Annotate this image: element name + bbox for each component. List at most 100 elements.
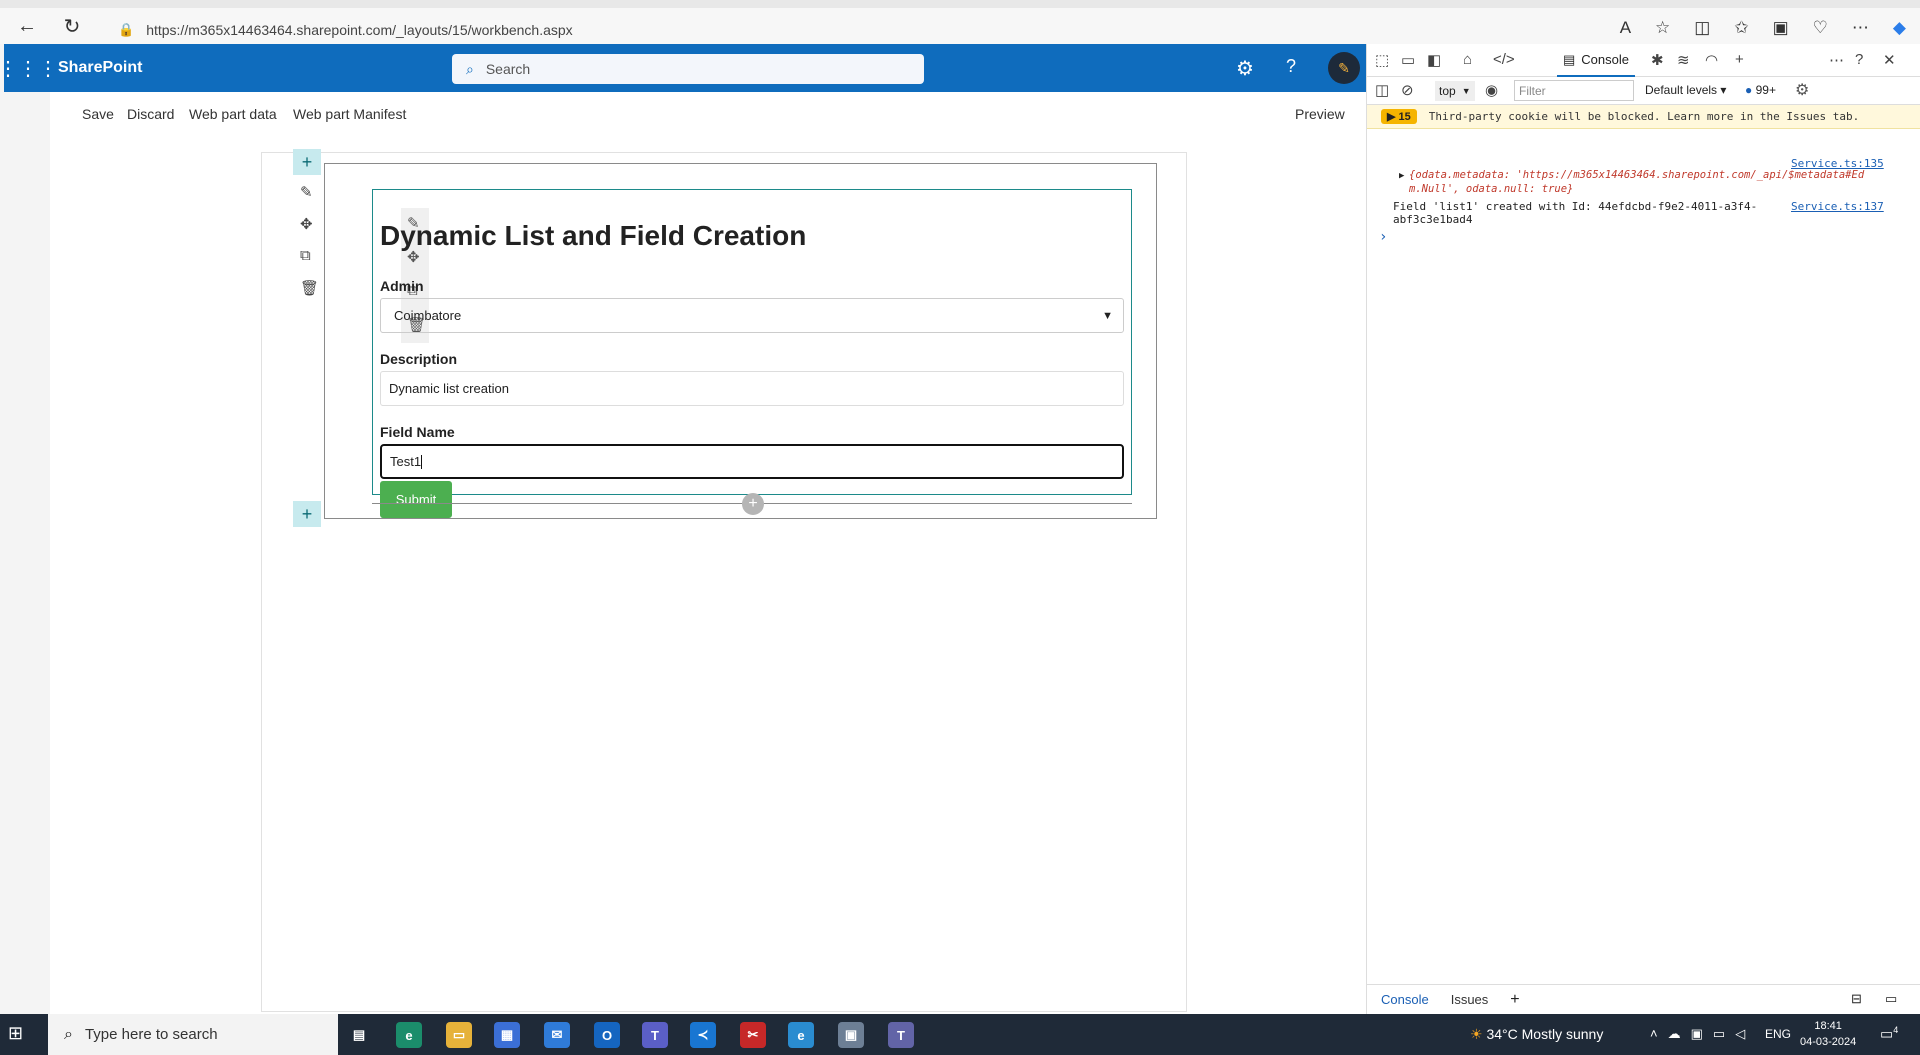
- store-icon[interactable]: ▦: [494, 1022, 520, 1048]
- onedrive-icon[interactable]: ☁: [1668, 1026, 1681, 1042]
- clock[interactable]: 18:41 04-03-2024: [1800, 1018, 1856, 1050]
- split-screen-icon[interactable]: ◫: [1694, 18, 1710, 38]
- edge-active-icon[interactable]: e: [788, 1022, 814, 1048]
- warning-message: Third-party cookie will be blocked. Lear…: [1428, 110, 1860, 123]
- network-icon[interactable]: ▭: [1713, 1026, 1725, 1042]
- device-emulation-icon[interactable]: ▭: [1401, 51, 1415, 69]
- address-bar[interactable]: 🔒 https://m365x14463464.sharepoint.com/_…: [118, 17, 1648, 43]
- avatar[interactable]: ✎: [1328, 52, 1360, 84]
- sharepoint-title[interactable]: SharePoint: [58, 59, 142, 77]
- chevron-up-icon[interactable]: ˄: [1650, 1026, 1658, 1042]
- sidebar-toggle-icon[interactable]: ◫: [1375, 81, 1389, 99]
- language-indicator[interactable]: ENG: [1765, 1027, 1791, 1041]
- issues-warning-bar[interactable]: ▶ 15 Third-party cookie will be blocked.…: [1367, 105, 1920, 129]
- description-field[interactable]: Dynamic list creation: [380, 371, 1124, 406]
- copilot-icon[interactable]: ◆: [1893, 18, 1906, 38]
- outlook-icon[interactable]: O: [594, 1022, 620, 1048]
- task-view-icon[interactable]: ▤: [346, 1022, 372, 1048]
- more-tools-icon[interactable]: ⋯: [1829, 51, 1844, 69]
- vscode-icon[interactable]: ≺: [690, 1022, 716, 1048]
- edit-section-icon[interactable]: ✎: [300, 183, 313, 201]
- preview-button[interactable]: Preview: [1295, 106, 1345, 122]
- log-levels-dropdown[interactable]: Default levels ▾: [1645, 83, 1726, 97]
- lock-icon: 🔒: [118, 22, 135, 37]
- admin-select-value: Coimbatore: [394, 308, 462, 323]
- filter-placeholder: Filter: [1519, 83, 1546, 98]
- filter-input[interactable]: Filter: [1514, 80, 1634, 101]
- elements-icon[interactable]: </>: [1493, 51, 1515, 68]
- console-icon: ▤: [1563, 51, 1576, 67]
- extensions-icon[interactable]: ♡: [1813, 18, 1828, 38]
- network-wifi-icon[interactable]: ≋: [1677, 51, 1690, 69]
- search-input[interactable]: ⌕ Search: [452, 54, 924, 84]
- edge-icon[interactable]: e: [396, 1022, 422, 1048]
- close-icon[interactable]: ✕: [1883, 51, 1896, 69]
- message-icon: ●: [1745, 83, 1753, 97]
- teams-icon[interactable]: T: [642, 1022, 668, 1048]
- close-drawer-icon[interactable]: ▭: [1885, 991, 1897, 1007]
- add-drawer-tab-icon[interactable]: +: [1510, 991, 1519, 1009]
- back-icon[interactable]: ←: [13, 12, 41, 40]
- welcome-home-icon[interactable]: ⌂: [1463, 51, 1472, 68]
- collections-icon[interactable]: ▣: [1773, 18, 1789, 38]
- help-icon[interactable]: ?: [1855, 51, 1863, 68]
- submit-button[interactable]: Submit: [380, 481, 452, 518]
- dock-drawer-icon[interactable]: ⊟: [1851, 991, 1862, 1007]
- notifications-icon[interactable]: ▭4: [1880, 1025, 1898, 1043]
- admin-select[interactable]: Coimbatore ▼: [380, 298, 1124, 333]
- taskbar-search-input[interactable]: ⌕ Type here to search: [48, 1014, 338, 1055]
- context-value: top: [1439, 84, 1456, 98]
- drawer-tab-issues[interactable]: Issues: [1451, 992, 1489, 1007]
- add-section-top-button[interactable]: +: [293, 149, 321, 175]
- web-part-data-button[interactable]: Web part data: [189, 106, 277, 122]
- move-section-icon[interactable]: ✥: [300, 215, 313, 233]
- console-settings-gear-icon[interactable]: ⚙: [1795, 80, 1809, 100]
- discard-button[interactable]: Discard: [127, 106, 174, 122]
- performance-icon[interactable]: ◠: [1705, 51, 1718, 69]
- inspect-icon[interactable]: ⬚: [1375, 51, 1389, 69]
- remote-desktop-icon[interactable]: ▣: [838, 1022, 864, 1048]
- clear-console-icon[interactable]: ⊘: [1401, 81, 1414, 99]
- duplicate-section-icon[interactable]: ⧉: [300, 247, 311, 264]
- weather-widget[interactable]: ☀ 34°C Mostly sunny: [1470, 1026, 1603, 1043]
- favorites-icon[interactable]: ✩: [1734, 18, 1748, 38]
- drawer-tab-console[interactable]: Console: [1381, 992, 1429, 1007]
- weather-sun-icon: ☀: [1470, 1026, 1483, 1042]
- issues-bug-icon[interactable]: ✱: [1651, 51, 1664, 69]
- volume-icon[interactable]: ◁: [1735, 1026, 1745, 1042]
- app-launcher-icon[interactable]: ⋮⋮⋮: [0, 44, 58, 92]
- message-count: 99+: [1755, 83, 1776, 97]
- tab-console[interactable]: ▤ Console: [1557, 44, 1635, 77]
- weather-text: 34°C Mostly sunny: [1486, 1026, 1604, 1042]
- message-count-badge[interactable]: ● 99+: [1745, 83, 1776, 97]
- log-object-line1: {odata.metadata: 'https://m365x14463464.…: [1409, 169, 1865, 181]
- delete-section-icon[interactable]: 🗑: [300, 279, 319, 297]
- field-name-value: Test1: [390, 454, 422, 469]
- snipping-tool-icon[interactable]: ✂: [740, 1022, 766, 1048]
- file-explorer-icon[interactable]: ▭: [446, 1022, 472, 1048]
- browser-tabstrip: [0, 0, 1920, 8]
- save-button[interactable]: Save: [82, 106, 114, 122]
- field-name-field[interactable]: Test1: [380, 444, 1124, 479]
- web-part-manifest-button[interactable]: Web part Manifest: [293, 106, 406, 122]
- live-expression-eye-icon[interactable]: ◉: [1485, 81, 1498, 99]
- settings-gear-icon[interactable]: ⚙: [1236, 56, 1254, 81]
- more-icon[interactable]: ⋯: [1852, 18, 1869, 38]
- read-aloud-icon[interactable]: A: [1620, 18, 1631, 38]
- console-prompt-icon[interactable]: ›: [1379, 229, 1387, 245]
- favorite-star-icon[interactable]: ☆: [1655, 18, 1670, 38]
- help-icon[interactable]: ?: [1286, 56, 1296, 77]
- search-placeholder: Search: [485, 61, 531, 77]
- add-section-bottom-button[interactable]: +: [293, 501, 321, 527]
- meet-now-icon[interactable]: ▣: [1691, 1026, 1703, 1042]
- expand-triangle-icon[interactable]: ▶: [1399, 171, 1404, 181]
- add-tab-icon[interactable]: +: [1735, 51, 1744, 68]
- mail-icon[interactable]: ✉: [544, 1022, 570, 1048]
- context-selector[interactable]: top ▼: [1435, 81, 1475, 101]
- windows-start-icon[interactable]: ⊞: [8, 1023, 32, 1047]
- log-source-link[interactable]: Service.ts:137: [1791, 200, 1884, 213]
- dock-icon[interactable]: ◧: [1427, 51, 1441, 69]
- refresh-icon[interactable]: ↻: [58, 12, 86, 40]
- teams-work-icon[interactable]: T: [888, 1022, 914, 1048]
- add-webpart-icon[interactable]: +: [742, 493, 764, 515]
